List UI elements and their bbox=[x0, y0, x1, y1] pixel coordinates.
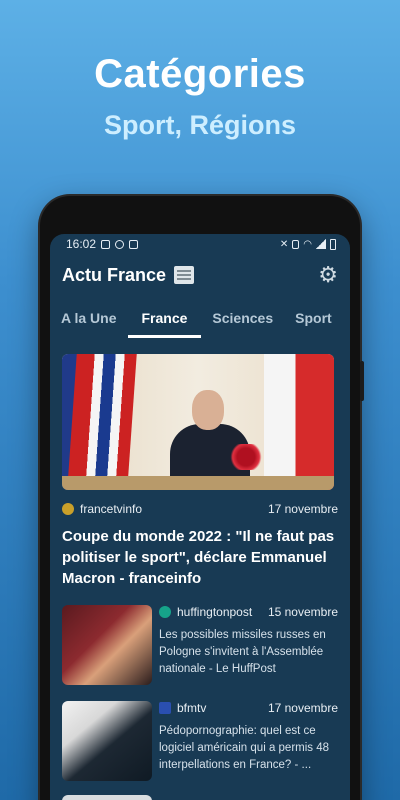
promo-subtitle: Sport, Régions bbox=[103, 110, 296, 140]
lead-article-meta: francetvinfo 17 novembre bbox=[62, 502, 338, 516]
article-date: 17 novembre bbox=[267, 701, 338, 715]
wifi-icon: ◠ bbox=[303, 238, 312, 250]
newspaper-icon bbox=[174, 266, 195, 284]
status-bar: 16:02 ✕ ◠ bbox=[50, 234, 350, 254]
list-item[interactable]: huffingtonpost 15 novembre Les possibles… bbox=[62, 605, 338, 685]
article-title[interactable]: Les possibles missiles russes en Pologne… bbox=[159, 627, 338, 678]
category-tabs: A la Une France Sciences Sport bbox=[50, 296, 350, 338]
signal-icon bbox=[316, 239, 326, 249]
battery-icon bbox=[330, 238, 336, 250]
lead-article-date: 17 novembre bbox=[267, 502, 338, 516]
article-thumbnail bbox=[62, 701, 152, 781]
status-time: 16:02 bbox=[66, 237, 97, 251]
image-icon bbox=[101, 239, 111, 249]
lead-article-title[interactable]: Coupe du monde 2022 : "Il ne faut pas po… bbox=[62, 526, 338, 589]
tab-a-la-une[interactable]: A la Une bbox=[50, 310, 128, 338]
lead-article-source: francetvinfo bbox=[80, 502, 143, 516]
lead-article-image[interactable] bbox=[62, 354, 334, 490]
gear-icon[interactable]: ⚙ bbox=[318, 264, 338, 286]
promo-title: Catégories bbox=[94, 52, 306, 96]
alarm-icon bbox=[292, 239, 300, 249]
tab-sport[interactable]: Sport bbox=[284, 310, 343, 338]
mute-icon: ✕ bbox=[279, 238, 289, 250]
huffingtonpost-logo-icon bbox=[159, 606, 171, 618]
app-bar: Actu France ⚙ bbox=[50, 254, 350, 296]
list-item[interactable]: bfmtv 17 novembre Pédopornographie: quel… bbox=[62, 701, 338, 781]
phone-side-button bbox=[360, 361, 364, 401]
article-source: bfmtv bbox=[177, 701, 207, 715]
tab-france[interactable]: France bbox=[127, 310, 202, 338]
list-item[interactable] bbox=[62, 795, 338, 800]
app-title: Actu France bbox=[62, 264, 167, 285]
article-thumbnail bbox=[62, 605, 152, 685]
article-date: 15 novembre bbox=[267, 605, 338, 619]
tab-sciences[interactable]: Sciences bbox=[201, 310, 284, 338]
article-title[interactable]: Pédopornographie: quel est ce logiciel a… bbox=[159, 723, 338, 774]
article-source: huffingtonpost bbox=[177, 605, 253, 619]
francetvinfo-logo-icon bbox=[62, 503, 74, 515]
bfmtv-logo-icon bbox=[159, 702, 171, 714]
app-screen: 16:02 ✕ ◠ Actu France ⚙ A la Une France … bbox=[50, 234, 350, 800]
chat-icon bbox=[115, 239, 125, 249]
app-icon bbox=[129, 239, 139, 249]
phone-frame: 16:02 ✕ ◠ Actu France ⚙ A la Une France … bbox=[40, 196, 364, 800]
